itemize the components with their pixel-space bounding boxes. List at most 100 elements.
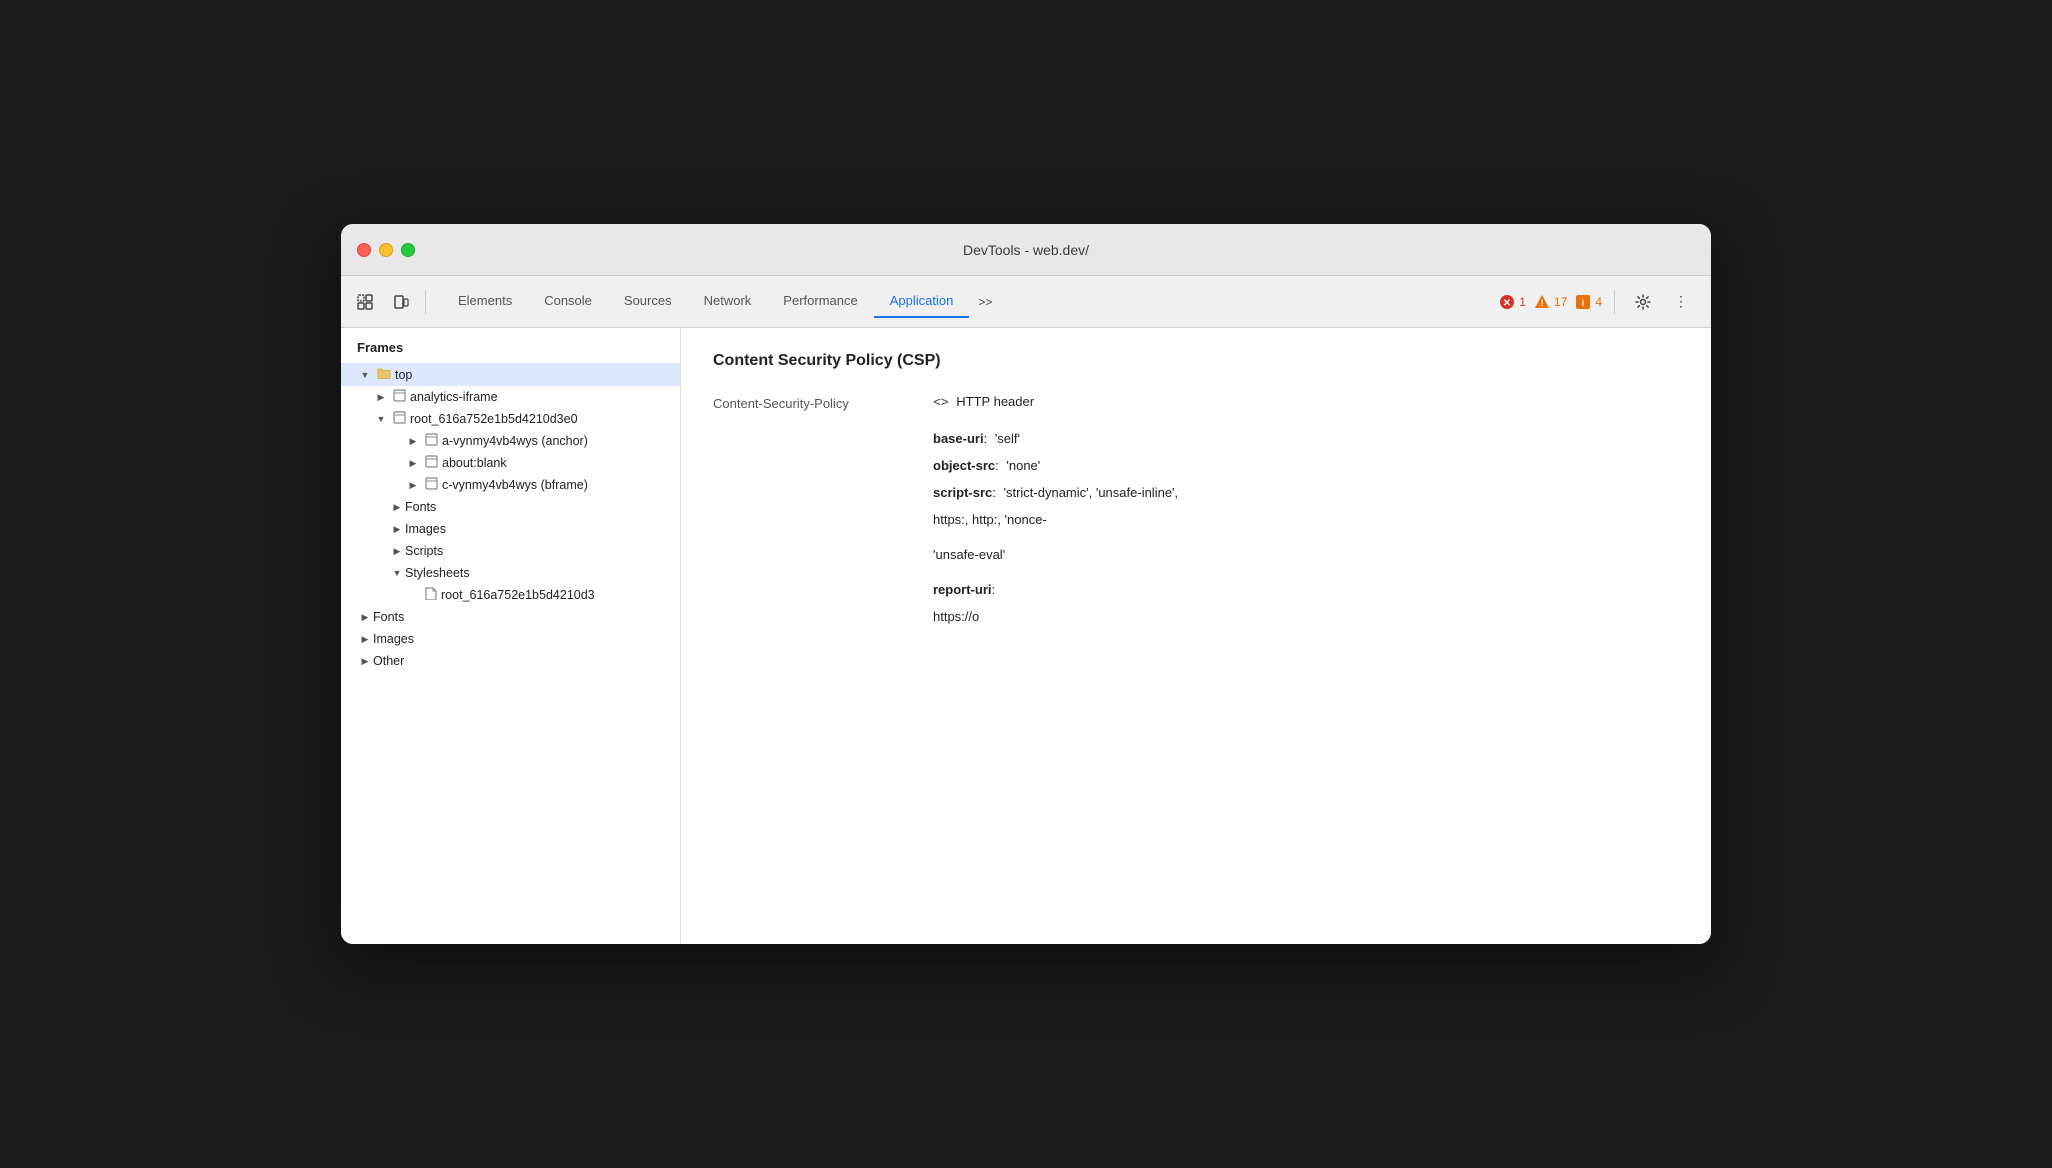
file-icon-root — [425, 587, 437, 603]
more-tabs-button[interactable]: >> — [969, 286, 1001, 318]
csp-directive-base-uri: base-uri: 'self' — [713, 431, 1679, 446]
folder-icon-top — [377, 366, 391, 383]
warning-badge[interactable]: ! 17 — [1534, 294, 1567, 310]
sidebar-item-stylesheets-sub[interactable]: ▼ Stylesheets — [341, 562, 680, 584]
toggle-fonts-top: ▶ — [357, 609, 373, 625]
devtools-window: DevTools - web.dev/ Elements Console Sou… — [341, 224, 1711, 944]
csp-colon-report-uri: : — [992, 582, 996, 597]
csp-key-object-src — [713, 458, 933, 460]
toggle-images-top: ▶ — [357, 631, 373, 647]
frame-icon-c — [425, 477, 438, 493]
csp-directive-script-src: script-src: 'strict-dynamic', 'unsafe-in… — [713, 485, 1679, 500]
sidebar-item-label-root-file: root_616a752e1b5d4210d3 — [441, 588, 595, 602]
content-panel: Content Security Policy (CSP) Content-Se… — [681, 328, 1711, 944]
tab-console[interactable]: Console — [528, 285, 608, 318]
info-count: 4 — [1595, 295, 1602, 309]
csp-key-empty-1 — [713, 512, 933, 514]
warning-count: 17 — [1554, 295, 1567, 309]
error-icon: ✕ — [1499, 294, 1515, 310]
frame-icon-root — [393, 411, 406, 427]
csp-header-row: Content-Security-Policy <> HTTP header — [713, 394, 1679, 411]
maximize-button[interactable] — [401, 243, 415, 257]
svg-text:✕: ✕ — [1503, 298, 1511, 309]
csp-name-base-uri: base-uri — [933, 431, 984, 446]
sidebar-item-a-vynmy[interactable]: ▶ a-vynmy4vb4wys (anchor) — [341, 430, 680, 452]
csp-colon-object-src: : — [995, 458, 1002, 473]
csp-title: Content Security Policy (CSP) — [713, 352, 1679, 370]
csp-val-unsafe-eval: 'unsafe-eval' — [933, 547, 1679, 562]
csp-key-empty-3 — [713, 609, 933, 611]
titlebar: DevTools - web.dev/ — [341, 224, 1711, 276]
sidebar-item-label-top: top — [395, 368, 412, 382]
info-badge[interactable]: i 4 — [1575, 294, 1602, 310]
info-icon: i — [1575, 294, 1591, 310]
tabs-area: Elements Console Sources Network Perform… — [434, 285, 1495, 318]
sidebar-item-c-vynmy[interactable]: ▶ c-vynmy4vb4wys (bframe) — [341, 474, 680, 496]
close-button[interactable] — [357, 243, 371, 257]
toggle-blank: ▶ — [405, 455, 421, 471]
sidebar-item-images-top[interactable]: ▶ Images — [341, 628, 680, 650]
csp-row-report-uri-val: https://o — [713, 609, 1679, 624]
sidebar-item-label-scripts-sub: Scripts — [405, 544, 443, 558]
tab-elements[interactable]: Elements — [442, 285, 528, 318]
toggle-scripts-sub: ▶ — [389, 543, 405, 559]
tab-application[interactable]: Application — [874, 285, 970, 318]
csp-value-report-uri: report-uri: — [933, 582, 1679, 597]
csp-val-base-uri: 'self' — [995, 431, 1020, 446]
inspect-icon-button[interactable] — [349, 286, 381, 318]
sidebar-item-images-sub[interactable]: ▶ Images — [341, 518, 680, 540]
toolbar-divider — [425, 290, 426, 314]
sidebar-item-label-other-top: Other — [373, 654, 404, 668]
csp-val-script-src-2: https:, http:, 'nonce- — [933, 512, 1679, 527]
toggle-images-sub: ▶ — [389, 521, 405, 537]
csp-name-object-src: object-src — [933, 458, 995, 473]
csp-row-script-src-2: https:, http:, 'nonce- — [713, 512, 1679, 527]
csp-val-object-src: 'none' — [1006, 458, 1040, 473]
csp-val-script-src: 'strict-dynamic', 'unsafe-inline', — [1003, 485, 1178, 500]
warning-icon: ! — [1534, 294, 1550, 310]
csp-key-script-src — [713, 485, 933, 487]
sidebar-item-top[interactable]: ▼ top — [341, 363, 680, 386]
csp-row-unsafe-eval: 'unsafe-eval' — [713, 547, 1679, 562]
device-toggle-button[interactable] — [385, 286, 417, 318]
sidebar-item-label-stylesheets-sub: Stylesheets — [405, 566, 470, 580]
settings-button[interactable] — [1627, 286, 1659, 318]
window-title: DevTools - web.dev/ — [963, 242, 1089, 258]
toolbar: Elements Console Sources Network Perform… — [341, 276, 1711, 328]
csp-directive-object-src: object-src: 'none' — [713, 458, 1679, 473]
main-area: Frames ▼ top ▶ analytics-iframe — [341, 328, 1711, 944]
toggle-other-top: ▶ — [357, 653, 373, 669]
frame-icon-a — [425, 433, 438, 449]
sidebar-item-root-file[interactable]: root_616a752e1b5d4210d3 — [341, 584, 680, 606]
sidebar-item-label-about-blank: about:blank — [442, 456, 507, 470]
toggle-c: ▶ — [405, 477, 421, 493]
inspect-icon — [357, 294, 373, 310]
frame-icon-blank — [425, 455, 438, 471]
tab-network[interactable]: Network — [688, 285, 768, 318]
sidebar-item-scripts-sub[interactable]: ▶ Scripts — [341, 540, 680, 562]
minimize-button[interactable] — [379, 243, 393, 257]
tab-sources[interactable]: Sources — [608, 285, 688, 318]
csp-val-report-uri-val: https://o — [933, 609, 1679, 624]
sidebar-item-label-fonts-top: Fonts — [373, 610, 404, 624]
sidebar-item-about-blank[interactable]: ▶ about:blank — [341, 452, 680, 474]
sidebar-item-label-analytics: analytics-iframe — [410, 390, 498, 404]
sidebar-item-other-top[interactable]: ▶ Other — [341, 650, 680, 672]
error-badge[interactable]: ✕ 1 — [1499, 294, 1526, 310]
svg-text:!: ! — [1540, 298, 1543, 308]
sidebar-item-fonts-sub[interactable]: ▶ Fonts — [341, 496, 680, 518]
csp-name-report-uri: report-uri — [933, 582, 992, 597]
device-icon — [393, 294, 409, 310]
toggle-analytics: ▶ — [373, 389, 389, 405]
csp-key-base-uri — [713, 431, 933, 433]
toggle-top: ▼ — [357, 367, 373, 383]
toggle-a: ▶ — [405, 433, 421, 449]
tab-performance[interactable]: Performance — [767, 285, 873, 318]
sidebar-item-analytics-iframe[interactable]: ▶ analytics-iframe — [341, 386, 680, 408]
sidebar-item-fonts-top[interactable]: ▶ Fonts — [341, 606, 680, 628]
kebab-menu-button[interactable]: ⋮ — [1667, 288, 1695, 316]
toggle-stylesheets-sub: ▼ — [389, 565, 405, 581]
csp-code-tag: <> — [933, 395, 949, 410]
svg-text:i: i — [1582, 298, 1585, 308]
sidebar-item-root[interactable]: ▼ root_616a752e1b5d4210d3e0 — [341, 408, 680, 430]
